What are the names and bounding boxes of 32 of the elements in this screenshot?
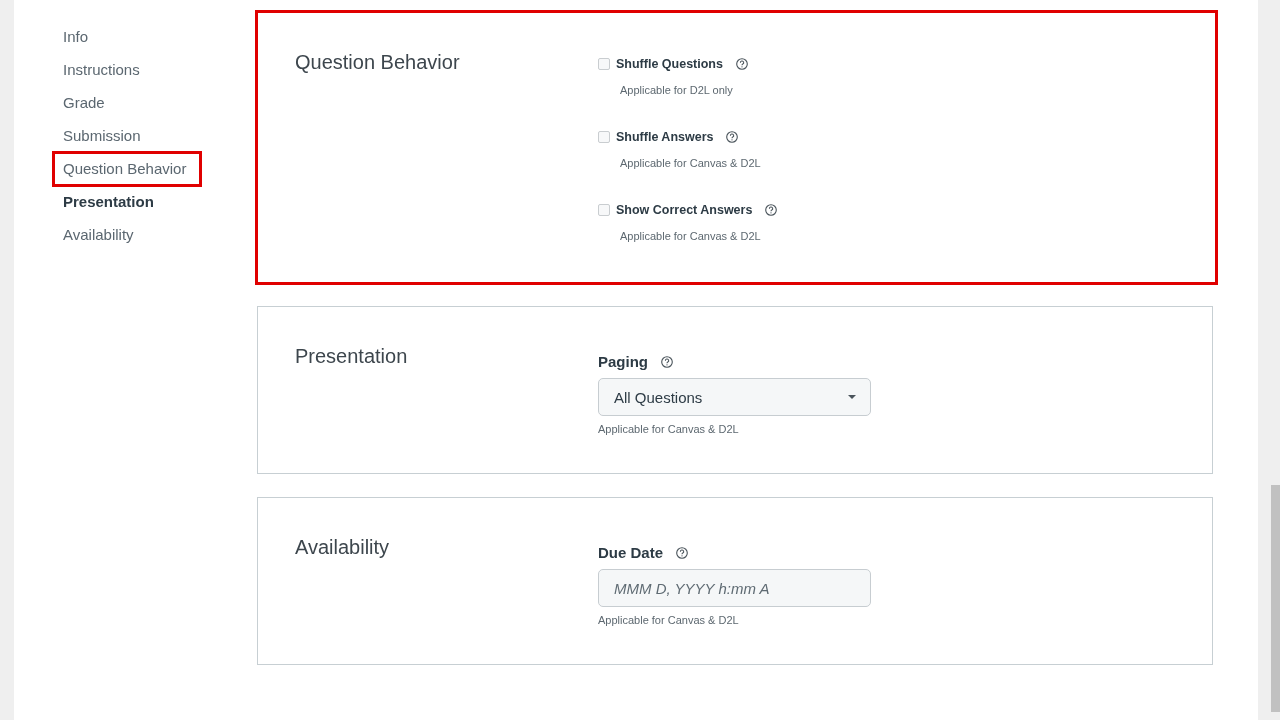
option-label: Show Correct Answers bbox=[616, 202, 753, 219]
date-input-field[interactable]: MMM D, YYYY h:mm A bbox=[598, 569, 871, 607]
scrollbar-thumb[interactable] bbox=[1271, 485, 1280, 712]
sidebar-link[interactable]: Instructions bbox=[63, 53, 140, 86]
hint-text: Applicable for Canvas & D2L bbox=[620, 229, 761, 243]
option-label: Shuffle Questions bbox=[616, 56, 723, 73]
sidebar-link[interactable]: Info bbox=[63, 20, 89, 53]
field-label: Paging bbox=[598, 352, 648, 372]
help-icon[interactable] bbox=[765, 204, 778, 216]
sidebar-link[interactable]: Presentation bbox=[63, 185, 154, 218]
field-label: Due Date bbox=[598, 543, 664, 563]
checkbox[interactable] bbox=[598, 131, 610, 143]
sidebar-link[interactable]: Availability bbox=[63, 218, 134, 251]
section-title: Question Behavior bbox=[295, 50, 461, 74]
hint-text: Applicable for Canvas & D2L bbox=[620, 156, 761, 170]
help-icon[interactable] bbox=[726, 131, 739, 143]
help-icon[interactable] bbox=[661, 356, 673, 368]
hint-text: Applicable for Canvas & D2L bbox=[598, 422, 739, 436]
section-title: Presentation bbox=[295, 344, 409, 368]
checkbox[interactable] bbox=[598, 204, 610, 216]
hint-text: Applicable for D2L only bbox=[620, 83, 733, 97]
help-icon[interactable] bbox=[735, 58, 748, 70]
hint-text: Applicable for Canvas & D2L bbox=[598, 613, 739, 627]
section-title: Availability bbox=[295, 535, 391, 559]
option-label: Shuffle Answers bbox=[616, 129, 714, 146]
sidebar-link[interactable]: Submission bbox=[63, 119, 141, 152]
help-icon[interactable] bbox=[676, 547, 689, 559]
paging-dropdown[interactable]: All Questions bbox=[598, 378, 871, 416]
sidebar-link[interactable]: Question Behavior bbox=[52, 151, 203, 187]
sidebar-link[interactable]: Grade bbox=[63, 86, 105, 119]
checkbox[interactable] bbox=[598, 58, 610, 70]
caret-icon bbox=[848, 395, 856, 399]
